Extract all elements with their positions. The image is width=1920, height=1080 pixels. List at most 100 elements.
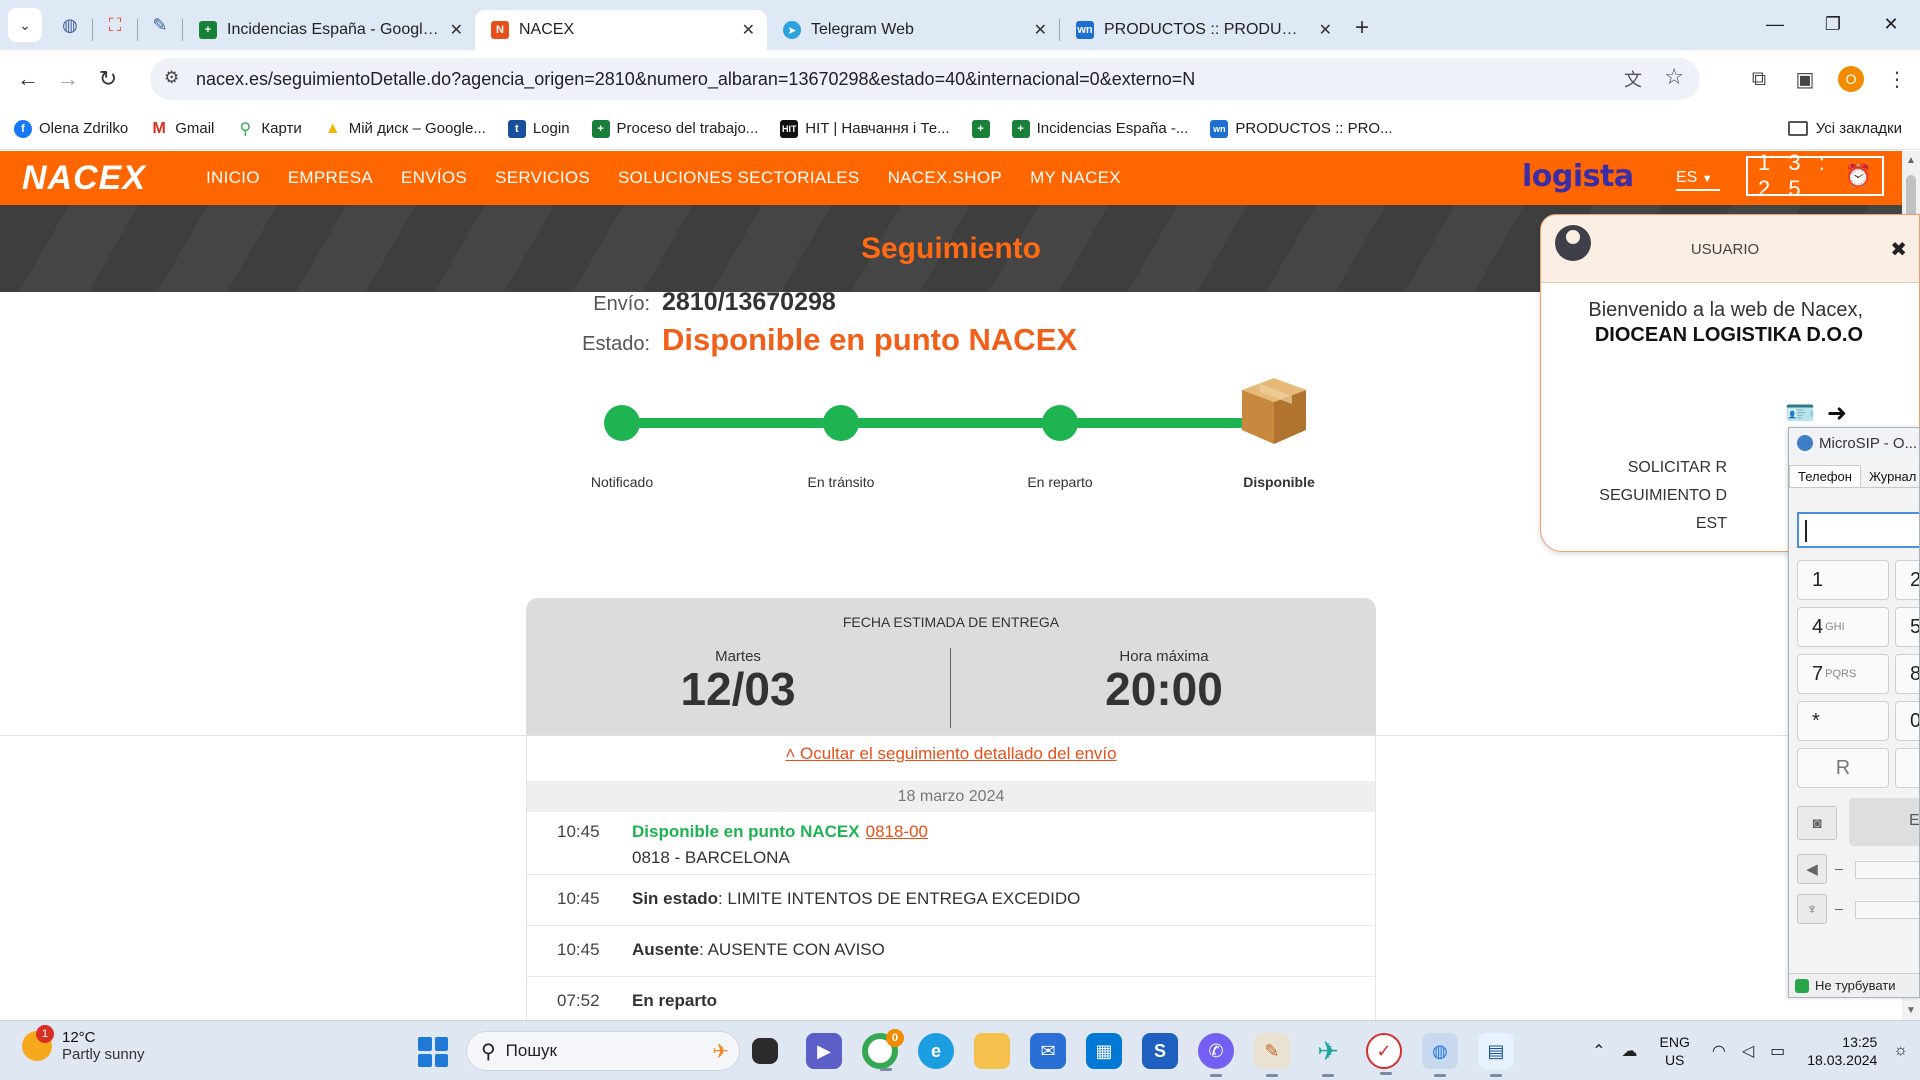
mail-icon[interactable]: ✉ bbox=[1030, 1033, 1066, 1069]
close-icon[interactable]: ✕ bbox=[1319, 20, 1332, 40]
minimize-button[interactable]: — bbox=[1746, 0, 1804, 48]
translate-icon[interactable]: 文 bbox=[1624, 66, 1642, 92]
forward-button[interactable]: → bbox=[48, 59, 88, 99]
restore-button[interactable]: ❐ bbox=[1804, 0, 1862, 48]
tab-search-button[interactable]: ⌄ bbox=[8, 8, 42, 42]
bookmark-drive[interactable]: ▲ Мій диск – Google... bbox=[323, 119, 486, 138]
key-0[interactable]: 0 bbox=[1895, 701, 1919, 741]
pinned-tab-app[interactable]: ✎ bbox=[138, 5, 182, 45]
notifications-icon[interactable]: ☼ bbox=[1893, 1042, 1908, 1060]
language-select[interactable]: ES ▼ bbox=[1676, 169, 1720, 191]
tab-nacex[interactable]: N NACEX ✕ bbox=[475, 10, 767, 50]
logout-icon[interactable]: ➜ bbox=[1827, 399, 1847, 428]
hide-detail-link[interactable]: ˄ Ocultar el seguimiento detallado del e… bbox=[527, 744, 1375, 764]
microsip-titlebar[interactable]: MicroSIP - O... bbox=[1789, 428, 1919, 458]
close-panel-icon[interactable]: ✖ bbox=[1890, 237, 1907, 262]
battery-icon[interactable]: ▭ bbox=[1770, 1041, 1785, 1061]
key-star[interactable]: * bbox=[1797, 701, 1889, 741]
scroll-up-icon[interactable]: ▲ bbox=[1906, 155, 1916, 166]
tab-productos[interactable]: wn PRODUCTOS :: PRODUCTOS NA ✕ bbox=[1060, 10, 1344, 50]
menu-button[interactable]: ⋮ bbox=[1874, 56, 1920, 102]
cloud-icon[interactable]: ☁ bbox=[1622, 1041, 1638, 1061]
scroll-down-icon[interactable]: ▼ bbox=[1906, 1005, 1916, 1016]
bookmark-incidencias[interactable]: + Incidencias España -... bbox=[1011, 119, 1188, 138]
bookmark-olena[interactable]: f Olena Zdrilko bbox=[14, 119, 128, 138]
menu-inicio[interactable]: INICIO bbox=[206, 168, 260, 188]
link-estadisticas[interactable]: EST bbox=[1696, 515, 1727, 533]
edge-icon[interactable]: e bbox=[918, 1033, 954, 1069]
key-blank[interactable] bbox=[1895, 748, 1919, 788]
file-explorer-icon[interactable] bbox=[974, 1033, 1010, 1069]
bookmark-productos[interactable]: wn PRODUCTOS :: PRO... bbox=[1210, 119, 1393, 138]
call-button[interactable]: E bbox=[1849, 798, 1919, 846]
key-7[interactable]: 7 PQRS bbox=[1797, 654, 1889, 694]
voicemail-button[interactable]: ◙ bbox=[1797, 806, 1837, 840]
tab-log[interactable]: Журнал bbox=[1861, 466, 1919, 487]
menu-servicios[interactable]: SERVICIOS bbox=[495, 168, 590, 188]
close-icon[interactable]: ✕ bbox=[1034, 20, 1047, 40]
bird-app-icon[interactable]: ✈ bbox=[1310, 1033, 1346, 1077]
id-card-icon[interactable]: 🪪 bbox=[1785, 399, 1815, 428]
address-bar[interactable]: ⚙ nacex.es/seguimientoDetalle.do?agencia… bbox=[150, 58, 1700, 100]
key-2[interactable]: 2 bbox=[1895, 560, 1919, 600]
menu-my-nacex[interactable]: MY NACEX bbox=[1030, 168, 1121, 188]
extensions-button[interactable]: ⧉ bbox=[1736, 56, 1782, 102]
taskview-icon[interactable] bbox=[752, 1038, 778, 1064]
menu-envios[interactable]: ENVÍOS bbox=[401, 168, 467, 188]
viber-icon[interactable]: ✆ bbox=[1198, 1033, 1234, 1077]
link-solicitar[interactable]: SOLICITAR R bbox=[1628, 459, 1727, 477]
tab-incidencias[interactable]: + Incidencias España - Google Ta ✕ bbox=[183, 10, 475, 50]
bookmark-login[interactable]: t Login bbox=[507, 119, 570, 138]
weather-widget[interactable]: 1 12°C Partly sunny bbox=[22, 1025, 145, 1063]
check-app-icon[interactable]: ✓ bbox=[1366, 1033, 1402, 1075]
teams-icon[interactable]: ▶ bbox=[806, 1033, 842, 1069]
reload-button[interactable]: ↻ bbox=[88, 59, 128, 99]
taskbar-search[interactable]: ⚲ Пошук ✈ bbox=[466, 1031, 740, 1071]
bookmark-maps[interactable]: ⚲ Карти bbox=[236, 119, 302, 138]
pinned-tab-globe[interactable]: ◍ bbox=[48, 5, 92, 45]
microsip-status-bar[interactable]: Не турбувати bbox=[1789, 973, 1919, 997]
mic-volume-slider[interactable] bbox=[1855, 901, 1919, 919]
close-window-button[interactable]: ✕ bbox=[1862, 0, 1920, 48]
store-icon[interactable]: ▦ bbox=[1086, 1033, 1122, 1069]
chrome-icon[interactable]: 0 bbox=[862, 1029, 904, 1071]
site-settings-icon[interactable]: ⚙ bbox=[164, 68, 179, 88]
speaker-button[interactable]: ◀ bbox=[1797, 854, 1827, 884]
close-icon[interactable]: ✕ bbox=[742, 20, 755, 40]
bookmark-gmail[interactable]: M Gmail bbox=[150, 119, 214, 138]
pinned-tab-screenshot[interactable]: ⛶ bbox=[93, 5, 137, 45]
start-button[interactable] bbox=[418, 1037, 448, 1067]
agency-code-link[interactable]: 0818-00 bbox=[866, 822, 928, 841]
dial-input[interactable] bbox=[1797, 512, 1919, 548]
wifi-icon[interactable]: ◠ bbox=[1712, 1041, 1726, 1061]
bookmark-proceso[interactable]: + Proceso del trabajo... bbox=[591, 119, 758, 138]
app-s-icon[interactable]: S bbox=[1142, 1033, 1178, 1069]
app-brush-icon[interactable]: ✎ bbox=[1254, 1033, 1290, 1077]
key-5[interactable]: 5 bbox=[1895, 607, 1919, 647]
back-button[interactable]: ← bbox=[8, 59, 48, 99]
menu-empresa[interactable]: EMPRESA bbox=[288, 168, 373, 188]
new-tab-button[interactable]: + bbox=[1344, 8, 1380, 48]
link-seguimiento[interactable]: SEGUIMIENTO D bbox=[1599, 487, 1727, 505]
chevron-up-icon[interactable]: ⌃ bbox=[1592, 1041, 1605, 1061]
menu-soluciones[interactable]: SOLUCIONES SECTORIALES bbox=[618, 168, 860, 188]
star-icon[interactable]: ☆ bbox=[1664, 64, 1684, 90]
key-4[interactable]: 4 GHI bbox=[1797, 607, 1889, 647]
bookmark-sheet[interactable]: + bbox=[971, 119, 990, 138]
speaker-volume-slider[interactable] bbox=[1855, 861, 1919, 879]
key-redial[interactable]: R bbox=[1797, 748, 1889, 788]
tab-phone[interactable]: Телефон bbox=[1789, 465, 1861, 487]
logista-logo[interactable]: logista bbox=[1522, 159, 1634, 194]
close-icon[interactable]: ✕ bbox=[450, 20, 463, 40]
menu-nacex-shop[interactable]: NACEX.SHOP bbox=[888, 168, 1002, 188]
bookmark-hit[interactable]: HIT HIT | Навчання і Те... bbox=[780, 119, 950, 138]
url-text[interactable]: nacex.es/seguimientoDetalle.do?agencia_o… bbox=[196, 69, 1195, 90]
tab-telegram[interactable]: ➤ Telegram Web ✕ bbox=[767, 10, 1059, 50]
side-panel-button[interactable]: ▣ bbox=[1782, 56, 1828, 102]
microsip-taskbar-icon[interactable]: ◍ bbox=[1422, 1033, 1458, 1077]
key-8[interactable]: 8 bbox=[1895, 654, 1919, 694]
mic-button[interactable]: ♆ bbox=[1797, 894, 1827, 924]
key-1[interactable]: 1 bbox=[1797, 560, 1889, 600]
language-indicator[interactable]: ENG US bbox=[1660, 1033, 1690, 1069]
all-bookmarks[interactable]: Усі закладки bbox=[1787, 120, 1902, 137]
